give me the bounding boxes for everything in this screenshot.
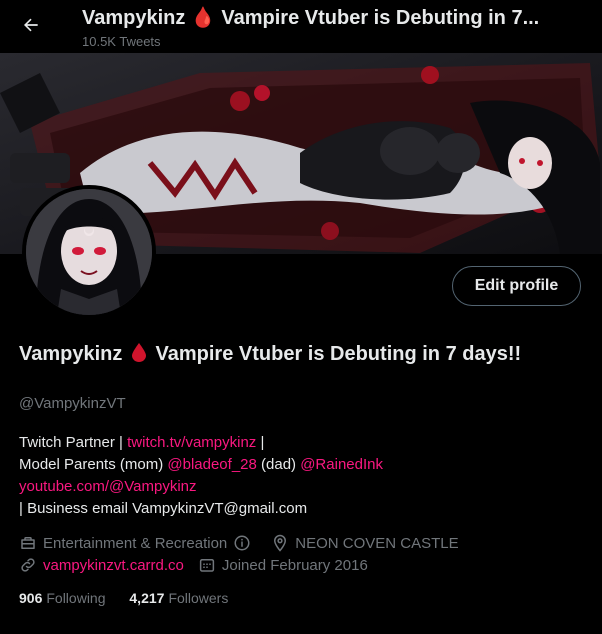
profile-bio: Twitch Partner | twitch.tv/vampykinz | M… [19, 432, 579, 520]
category-label: Entertainment & Recreation [43, 534, 228, 552]
bio-text: | [256, 434, 265, 451]
follow-stats: 906 Following 4,217 Followers [19, 590, 228, 606]
bio-text: Model Parents (mom) [19, 456, 168, 473]
back-button[interactable] [14, 8, 48, 42]
profile-handle: @VampykinzVT [19, 395, 126, 412]
avatar-image [26, 189, 152, 315]
profile-name: Vampykinz Vampire Vtuber is Debuting in … [19, 342, 539, 367]
twitch-link[interactable]: twitch.tv/vampykinz [127, 434, 256, 451]
followers-link[interactable]: 4,217 Followers [129, 590, 228, 606]
bio-text: Twitch Partner | [19, 434, 128, 451]
following-count: 906 [19, 590, 43, 606]
bio-line-4: | Business email VampykinzVT@gmail.com [19, 500, 308, 517]
header-title: Vampykinz 🩸 Vampire Vtuber is Debuting i… [82, 7, 540, 29]
following-link[interactable]: 906 Following [19, 590, 106, 606]
edit-profile-button[interactable]: Edit profile [452, 266, 581, 306]
top-bar: Vampykinz 🩸 Vampire Vtuber is Debuting i… [0, 0, 602, 53]
website-link[interactable]: vampykinzvt.carrd.co [43, 557, 184, 574]
blood-drop-icon [131, 343, 146, 362]
join-date-label: Joined February 2016 [221, 556, 368, 574]
info-icon[interactable] [233, 534, 251, 552]
location-pin-icon [274, 534, 287, 552]
followers-count: 4,217 [129, 590, 165, 606]
following-label: Following [46, 590, 106, 606]
location-label: NEON COVEN CASTLE [295, 534, 459, 552]
bio-line-3: youtube.com/@Vampykinz [19, 476, 579, 498]
profile-avatar[interactable] [22, 185, 156, 319]
back-arrow-icon [24, 18, 38, 32]
bio-text: (dad) [256, 456, 301, 473]
join-date: Joined February 2016 [198, 556, 368, 574]
link-icon [21, 558, 35, 572]
location: NEON COVEN CASTLE [271, 534, 459, 552]
mention-rainedink[interactable]: @RainedInk [300, 456, 383, 473]
mention-bladeof28[interactable]: @bladeof_28 [167, 456, 256, 473]
name-secondary: Vampire Vtuber is Debuting in 7 days!! [155, 343, 522, 365]
profile-meta: Entertainment & Recreation NEON COVEN CA… [19, 532, 579, 576]
category: Entertainment & Recreation [19, 534, 257, 552]
briefcase-icon [21, 537, 35, 549]
website: vampykinzvt.carrd.co [19, 556, 184, 574]
calendar-icon [199, 559, 214, 572]
name-primary: Vampykinz [19, 343, 123, 365]
bio-line-2: Model Parents (mom) @bladeof_28 (dad) @R… [19, 454, 579, 476]
bio-line-1: Twitch Partner | twitch.tv/vampykinz | [19, 432, 579, 454]
tweet-count: 10.5K Tweets [82, 34, 161, 49]
youtube-link[interactable]: youtube.com/@Vampykinz [19, 478, 197, 495]
followers-label: Followers [168, 590, 229, 606]
